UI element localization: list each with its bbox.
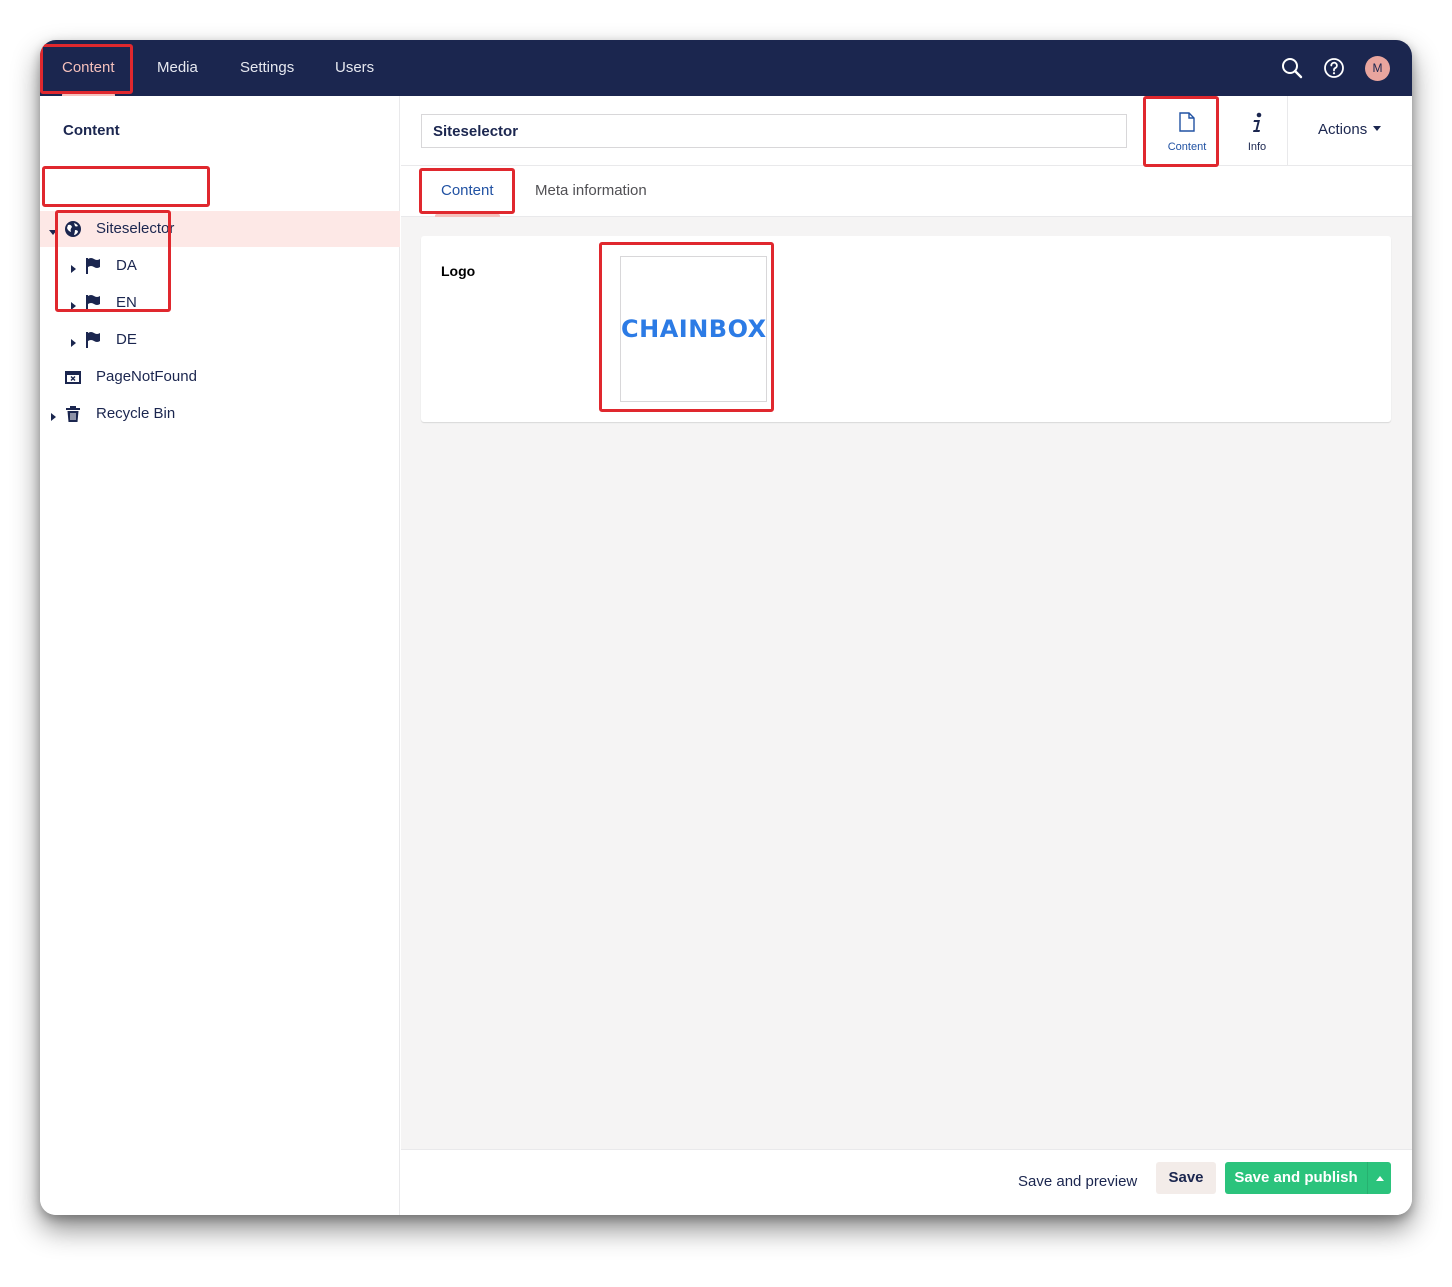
actions-label: Actions <box>1318 121 1368 138</box>
tab-meta-information[interactable]: Meta information <box>535 166 647 217</box>
tree-item-label: EN <box>116 294 137 311</box>
tree-item-label: DE <box>116 331 137 348</box>
property-panel: Logo CHAINBOX <box>421 236 1391 422</box>
globe-icon <box>64 220 82 238</box>
app-content-label: Content <box>1167 141 1207 153</box>
save-and-publish-button[interactable]: Save and publish <box>1225 1162 1367 1194</box>
user-avatar[interactable]: M <box>1365 56 1390 81</box>
flag-icon <box>84 257 102 275</box>
tree-item-recycle-bin[interactable]: Recycle Bin <box>40 396 400 432</box>
nav-settings[interactable]: Settings <box>240 40 294 96</box>
save-and-preview-button[interactable]: Save and preview <box>1018 1173 1137 1190</box>
node-name-input[interactable] <box>421 114 1127 148</box>
actions-menu-button[interactable]: Actions <box>1318 121 1382 138</box>
app-info-label: Info <box>1247 141 1267 153</box>
publish-options-caret-icon[interactable] <box>1367 1162 1391 1194</box>
header-divider <box>1287 96 1288 166</box>
content-tree-sidebar: Content Siteselector DA EN DE PageNotFou… <box>40 96 400 1215</box>
content-editor: Content Info Actions Content Meta inform… <box>401 96 1412 1215</box>
flag-icon <box>84 331 102 349</box>
caret-right-icon[interactable] <box>68 261 78 273</box>
save-button[interactable]: Save <box>1156 1162 1216 1194</box>
tab-content[interactable]: Content <box>435 166 500 217</box>
logo-image-text: CHAINBOX <box>621 315 767 343</box>
document-icon <box>1179 112 1195 132</box>
nav-content[interactable]: Content <box>62 40 115 96</box>
tree-item-label: DA <box>116 257 137 274</box>
logo-image-thumbnail[interactable]: CHAINBOX <box>620 256 767 402</box>
tree-item-label: Siteselector <box>96 220 175 237</box>
caret-right-icon[interactable] <box>48 409 58 421</box>
nav-users[interactable]: Users <box>335 40 374 96</box>
logo-property-label: Logo <box>441 263 476 279</box>
editor-footer: Save and preview Save Save and publish <box>401 1149 1412 1215</box>
editor-header: Content Info Actions <box>401 96 1412 166</box>
tree-item-da[interactable]: DA <box>40 248 400 284</box>
tree-item-label: Recycle Bin <box>96 405 176 422</box>
caret-down-icon <box>1373 126 1382 131</box>
tree-item-de[interactable]: DE <box>40 322 400 358</box>
tree-item-label: PageNotFound <box>96 368 197 385</box>
tree-item-pagenotfound[interactable]: PageNotFound <box>40 359 400 395</box>
tree-item-siteselector[interactable]: Siteselector <box>40 211 400 247</box>
app-info-button[interactable]: Info <box>1222 96 1292 166</box>
app-content-button[interactable]: Content <box>1152 96 1222 166</box>
caret-down-icon[interactable] <box>48 224 58 235</box>
nav-media[interactable]: Media <box>157 40 198 96</box>
caret-right-icon[interactable] <box>68 335 78 347</box>
sidebar-title: Content <box>63 122 120 139</box>
top-header: Content Media Settings Users M <box>40 40 1412 96</box>
app-window: Content Media Settings Users M Content S… <box>40 40 1412 1215</box>
help-icon[interactable] <box>1322 56 1346 80</box>
flag-icon <box>84 294 102 312</box>
window-close-icon <box>64 368 82 386</box>
search-icon[interactable] <box>1280 56 1304 80</box>
trash-icon <box>64 405 82 423</box>
info-icon <box>1253 112 1262 132</box>
caret-right-icon[interactable] <box>68 298 78 310</box>
editor-tabs: Content Meta information <box>401 166 1412 217</box>
tree-item-en[interactable]: EN <box>40 285 400 321</box>
